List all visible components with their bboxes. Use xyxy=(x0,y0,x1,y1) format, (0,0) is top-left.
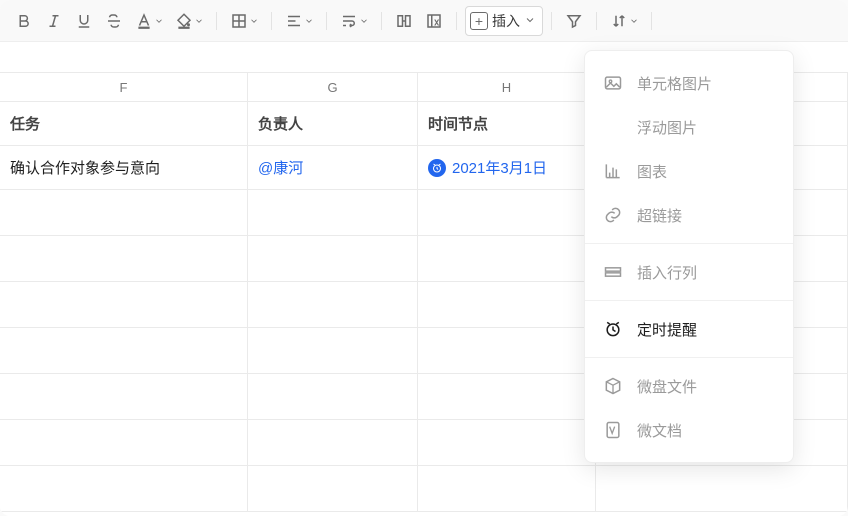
doc-icon xyxy=(603,420,623,440)
menu-item-float-image[interactable]: 浮动图片 xyxy=(585,105,793,149)
chevron-down-icon xyxy=(194,16,204,26)
cell[interactable] xyxy=(248,374,418,419)
spreadsheet-app: { "toolbar": { "insert_label": "插入" }, "… xyxy=(0,0,848,516)
cell[interactable] xyxy=(418,236,596,281)
image-icon xyxy=(603,73,623,93)
menu-divider xyxy=(585,357,793,358)
menu-item-label: 插入行列 xyxy=(637,262,697,283)
plus-square-icon: + xyxy=(470,12,488,30)
cell[interactable] xyxy=(418,190,596,235)
cell[interactable] xyxy=(248,236,418,281)
cell[interactable] xyxy=(0,420,248,465)
menu-item-label: 图表 xyxy=(637,161,667,182)
column-header-g[interactable]: G xyxy=(248,73,418,101)
toolbar: + 插入 xyxy=(0,0,848,42)
menu-item-rows-cols[interactable]: 插入行列 xyxy=(585,250,793,294)
cube-icon xyxy=(603,376,623,396)
cell-owner[interactable]: @康河 xyxy=(248,146,418,189)
menu-item-label: 超链接 xyxy=(637,205,682,226)
column-header-h[interactable]: H xyxy=(418,73,596,101)
menu-divider xyxy=(585,243,793,244)
align-button[interactable] xyxy=(280,7,318,35)
chevron-down-icon xyxy=(154,16,164,26)
freeze-panes-button[interactable] xyxy=(420,7,448,35)
alarm-clock-icon xyxy=(428,159,446,177)
table-row xyxy=(0,466,848,512)
chevron-down-icon xyxy=(249,16,259,26)
chart-icon xyxy=(603,161,623,181)
cell[interactable] xyxy=(0,236,248,281)
insert-button[interactable]: + 插入 xyxy=(465,6,543,36)
menu-item-wedisk[interactable]: 微盘文件 xyxy=(585,364,793,408)
header-task[interactable]: 任务 xyxy=(0,102,248,145)
menu-item-reminder[interactable]: 定时提醒 xyxy=(585,307,793,351)
cell-task[interactable]: 确认合作对象参与意向 xyxy=(0,146,248,189)
cell[interactable] xyxy=(0,282,248,327)
bold-button[interactable] xyxy=(10,7,38,35)
cell[interactable] xyxy=(418,420,596,465)
header-owner[interactable]: 负责人 xyxy=(248,102,418,145)
cell-due[interactable]: 2021年3月1日 xyxy=(418,146,596,189)
cell[interactable] xyxy=(596,466,848,511)
cell[interactable] xyxy=(418,374,596,419)
toolbar-divider xyxy=(596,12,597,30)
fill-color-button[interactable] xyxy=(170,7,208,35)
chevron-down-icon xyxy=(629,16,639,26)
sort-button[interactable] xyxy=(605,7,643,35)
toolbar-divider xyxy=(216,12,217,30)
insert-dropdown: 单元格图片 浮动图片 图表 超链接 插入行列 定时提醒 微盘文件 微文档 xyxy=(584,50,794,463)
cell[interactable] xyxy=(0,328,248,373)
menu-item-label: 定时提醒 xyxy=(637,319,697,340)
menu-item-chart[interactable]: 图表 xyxy=(585,149,793,193)
toolbar-divider xyxy=(456,12,457,30)
menu-item-hyperlink[interactable]: 超链接 xyxy=(585,193,793,237)
cell[interactable] xyxy=(418,282,596,327)
cell[interactable] xyxy=(0,466,248,511)
menu-item-label: 微文档 xyxy=(637,420,682,441)
cell[interactable] xyxy=(248,328,418,373)
menu-item-label: 单元格图片 xyxy=(637,73,712,94)
wrap-button[interactable] xyxy=(335,7,373,35)
blank-icon xyxy=(603,117,623,137)
menu-item-label: 浮动图片 xyxy=(637,117,697,138)
insert-button-label: 插入 xyxy=(492,11,520,31)
menu-item-cell-image[interactable]: 单元格图片 xyxy=(585,61,793,105)
cell[interactable] xyxy=(418,328,596,373)
filter-button[interactable] xyxy=(560,7,588,35)
link-icon xyxy=(603,205,623,225)
cell[interactable] xyxy=(248,420,418,465)
merge-cells-button[interactable] xyxy=(390,7,418,35)
borders-button[interactable] xyxy=(225,7,263,35)
menu-item-wedoc[interactable]: 微文档 xyxy=(585,408,793,452)
cell-due-text: 2021年3月1日 xyxy=(452,157,547,178)
cell[interactable] xyxy=(0,374,248,419)
underline-button[interactable] xyxy=(70,7,98,35)
alarm-clock-icon xyxy=(603,319,623,339)
menu-item-label: 微盘文件 xyxy=(637,376,697,397)
rows-icon xyxy=(603,262,623,282)
column-header-f[interactable]: F xyxy=(0,73,248,101)
chevron-down-icon xyxy=(304,16,314,26)
toolbar-divider xyxy=(381,12,382,30)
cell[interactable] xyxy=(418,466,596,511)
cell[interactable] xyxy=(248,282,418,327)
cell[interactable] xyxy=(248,466,418,511)
cell[interactable] xyxy=(0,190,248,235)
menu-divider xyxy=(585,300,793,301)
toolbar-divider xyxy=(551,12,552,30)
italic-button[interactable] xyxy=(40,7,68,35)
toolbar-divider xyxy=(271,12,272,30)
strikethrough-button[interactable] xyxy=(100,7,128,35)
font-color-button[interactable] xyxy=(130,7,168,35)
header-due[interactable]: 时间节点 xyxy=(418,102,596,145)
toolbar-divider xyxy=(326,12,327,30)
chevron-down-icon xyxy=(524,13,536,29)
cell[interactable] xyxy=(248,190,418,235)
toolbar-divider xyxy=(651,12,652,30)
chevron-down-icon xyxy=(359,16,369,26)
